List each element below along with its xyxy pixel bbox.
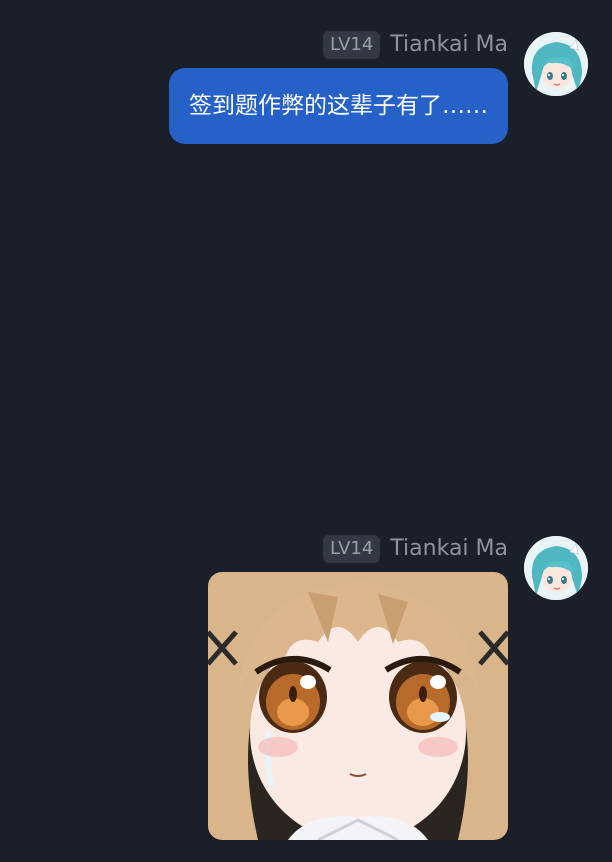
avatar-image <box>524 32 588 96</box>
message-meta: LV14 Tiankai Ma <box>323 31 508 59</box>
avatar-image <box>524 536 588 600</box>
message-bubble[interactable]: 签到题作弊的这辈子有了…… <box>169 68 508 144</box>
message-meta: LV14 Tiankai Ma <box>323 535 508 563</box>
message-2: LV14 Tiankai Ma <box>0 500 612 862</box>
sender-name[interactable]: Tiankai Ma <box>390 31 508 59</box>
message-1: LV14 Tiankai Ma 签到题作弊的这辈子有了…… <box>0 0 612 160</box>
level-badge: LV14 <box>323 535 381 563</box>
avatar[interactable] <box>524 32 588 96</box>
avatar[interactable] <box>524 536 588 600</box>
level-badge: LV14 <box>323 31 381 59</box>
crying-anime-girl-sticker <box>208 572 508 840</box>
chat-view: LV14 Tiankai Ma 签到题作弊的这辈子有了…… LV14 Tiank… <box>0 0 612 862</box>
sticker-image[interactable] <box>208 572 508 840</box>
sender-name[interactable]: Tiankai Ma <box>390 535 508 563</box>
